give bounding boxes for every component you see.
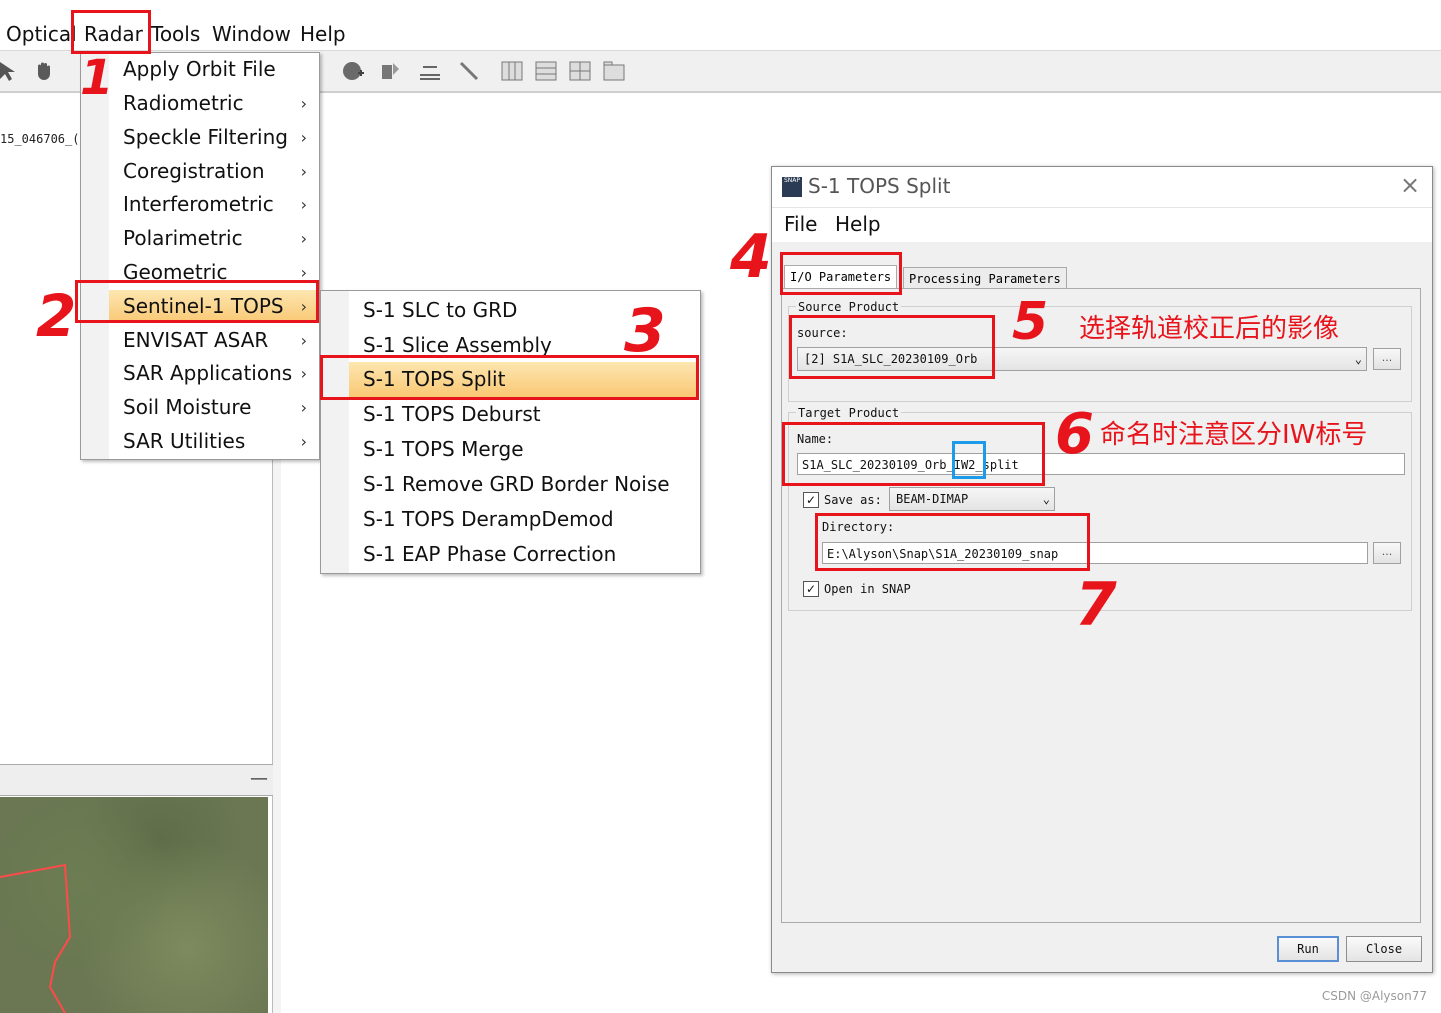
menu-item-interferometric[interactable]: Interferometric › <box>109 188 317 221</box>
watermark: CSDN @Alyson77 <box>1321 989 1427 1003</box>
step-number-1: 1 <box>80 50 114 106</box>
tile-vertical-icon[interactable] <box>534 59 558 83</box>
save-as-checkbox[interactable]: ✓ <box>803 492 819 508</box>
annotation-box-iw-id <box>952 441 986 479</box>
step-number-4: 4 <box>730 222 772 292</box>
menu-item-soil-moisture[interactable]: Soil Moisture › <box>109 391 317 424</box>
menu-item-eap-phase-correction[interactable]: S-1 EAP Phase Correction <box>349 537 698 572</box>
select-tool-icon[interactable] <box>0 59 20 83</box>
menu-item-apply-orbit-file[interactable]: Apply Orbit File <box>109 53 317 86</box>
chevron-right-icon: › <box>300 331 307 350</box>
annotation-box-directory <box>815 513 1090 571</box>
world-map-view[interactable] <box>0 797 268 1013</box>
range-finder-icon[interactable] <box>418 59 442 83</box>
run-button[interactable]: Run <box>1277 936 1339 962</box>
chevron-right-icon: › <box>300 398 307 417</box>
menu-item-coregistration[interactable]: Coregistration › <box>109 155 317 188</box>
radar-menu: Apply Orbit File Radiometric › Speckle Fi… <box>80 52 320 460</box>
dialog-menu-file[interactable]: File <box>784 212 817 236</box>
chevron-right-icon: › <box>300 229 307 248</box>
annotation-box-name <box>782 422 1045 486</box>
product-filename[interactable]: 15_046706_( <box>0 132 79 146</box>
open-in-snap-checkbox[interactable]: ✓ <box>803 581 819 597</box>
step-number-3: 3 <box>624 296 666 366</box>
dialog-menubar: File Help <box>772 208 1432 242</box>
menu-item-sar-applications[interactable]: SAR Applications › <box>109 357 317 390</box>
source-product-title: Source Product <box>796 300 902 314</box>
step-number-6: 6 <box>1055 402 1094 467</box>
menu-window[interactable]: Window <box>212 21 291 47</box>
menu-item-tops-deburst[interactable]: S-1 TOPS Deburst <box>349 397 698 432</box>
magic-wand-icon[interactable] <box>457 59 481 83</box>
annotation-box-io-tab <box>780 252 902 295</box>
chevron-right-icon: › <box>300 195 307 214</box>
tile-evenly-icon[interactable] <box>602 59 626 83</box>
menu-item-sar-utilities[interactable]: SAR Utilities › <box>109 425 317 458</box>
tile-horizontal-icon[interactable] <box>500 59 524 83</box>
minimize-button[interactable]: — <box>250 768 268 789</box>
source-browse-button[interactable]: ... <box>1373 348 1401 370</box>
navigation-panel-header <box>0 764 273 796</box>
step-number-5: 5 <box>1012 292 1049 352</box>
menu-optical[interactable]: Optical <box>6 21 77 47</box>
open-in-snap-label: Open in SNAP <box>824 582 911 596</box>
close-button[interactable]: Close <box>1346 936 1422 962</box>
menu-item-polarimetric[interactable]: Polarimetric › <box>109 222 317 255</box>
tile-grid-icon[interactable] <box>568 59 592 83</box>
directory-browse-button[interactable]: ... <box>1373 542 1401 564</box>
chevron-down-icon: ⌄ <box>1042 492 1050 506</box>
target-product-title: Target Product <box>796 406 902 420</box>
annotation-box-radar <box>71 10 151 54</box>
menu-item-tops-merge[interactable]: S-1 TOPS Merge <box>349 432 698 467</box>
chevron-right-icon: › <box>300 128 307 147</box>
close-icon[interactable]: × <box>1400 171 1420 199</box>
chevron-right-icon: › <box>300 162 307 181</box>
dialog-titlebar[interactable]: SNAP S-1 TOPS Split × <box>772 167 1432 208</box>
menu-item-envisat-asar[interactable]: ENVISAT ASAR › <box>109 324 317 357</box>
chevron-right-icon: › <box>300 364 307 383</box>
gcp-tool-icon[interactable] <box>379 59 403 83</box>
chevron-right-icon: › <box>300 94 307 113</box>
step-number-7: 7 <box>1075 570 1117 640</box>
snap-app-icon: SNAP <box>782 177 802 197</box>
chevron-down-icon: ⌄ <box>1354 352 1362 366</box>
menu-item-radiometric[interactable]: Radiometric › <box>109 87 317 120</box>
save-as-label: Save as: <box>824 493 882 507</box>
note-distinguish-iw-id: 命名时注意区分IW标号 <box>1100 420 1368 450</box>
dialog-title: S-1 TOPS Split <box>808 174 951 198</box>
dialog-menu-help[interactable]: Help <box>835 212 881 236</box>
main-menubar: Optical Radar Tools Window Help <box>0 18 1441 51</box>
menu-item-speckle-filtering[interactable]: Speckle Filtering › <box>109 121 317 154</box>
menu-tools[interactable]: Tools <box>151 21 200 47</box>
save-format-select[interactable]: BEAM-DIMAP ⌄ <box>889 487 1055 511</box>
menu-item-remove-grd-border-noise[interactable]: S-1 Remove GRD Border Noise <box>349 467 698 502</box>
menu-item-tops-derampdemod[interactable]: S-1 TOPS DerampDemod <box>349 502 698 537</box>
chevron-right-icon: › <box>300 432 307 451</box>
menu-help[interactable]: Help <box>300 21 346 47</box>
step-number-2: 2 <box>36 282 77 350</box>
product-footprint <box>0 863 72 1013</box>
annotation-box-source <box>789 315 995 379</box>
pan-tool-icon[interactable] <box>32 59 56 83</box>
note-select-orbit-corrected-image: 选择轨道校正后的影像 <box>1079 314 1340 344</box>
pin-tool-icon[interactable] <box>341 59 365 83</box>
annotation-box-sentinel-tops <box>75 280 319 323</box>
